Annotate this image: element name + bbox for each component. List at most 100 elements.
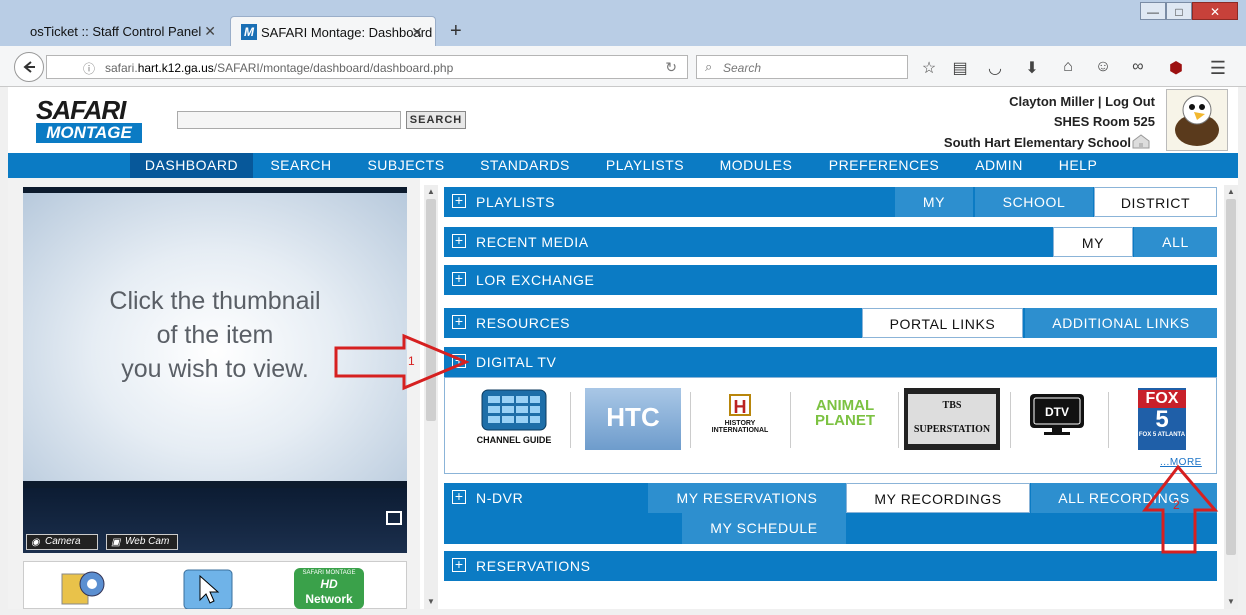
chat-icon[interactable]: ☺	[1094, 58, 1112, 76]
dtv-icon[interactable]: DTV	[1028, 388, 1086, 450]
pocket-icon[interactable]: ◡	[986, 58, 1004, 78]
url-domain: hart.k12.ga.us	[137, 61, 214, 75]
nav-preferences[interactable]: PREFERENCES	[818, 153, 950, 178]
site-search-input[interactable]	[177, 111, 401, 129]
back-button[interactable]	[14, 52, 44, 82]
safari-montage-logo[interactable]: SAFARI MONTAGE	[28, 95, 146, 147]
history-logo[interactable]: H HISTORY INTERNATIONAL	[702, 388, 778, 450]
channel-divider	[1108, 392, 1109, 448]
left-scrollbar[interactable]: ▲ ▼	[424, 185, 438, 609]
fox5-number: 5	[1155, 406, 1169, 433]
scroll-up-icon[interactable]: ▲	[1227, 187, 1235, 196]
browser-search-input[interactable]: ⌕ Search	[696, 55, 908, 79]
expand-icon[interactable]: +	[452, 314, 466, 329]
new-tab-button[interactable]: +	[450, 20, 462, 43]
playlists-panel: + PLAYLISTS MY SCHOOL DISTRICT	[444, 187, 1217, 217]
expand-icon[interactable]: +	[452, 557, 466, 572]
tab-additional-links[interactable]: ADDITIONAL LINKS	[1025, 308, 1217, 338]
home-icon[interactable]: ⌂	[1059, 58, 1077, 76]
panel-title[interactable]: RESERVATIONS	[476, 558, 591, 574]
tab-playlists-school[interactable]: SCHOOL	[975, 187, 1093, 217]
site-search-button[interactable]: SEARCH	[406, 111, 466, 129]
nav-dashboard[interactable]: DASHBOARD	[130, 153, 253, 178]
hd-network-logo[interactable]: SAFARI MONTAGE HD Network	[294, 568, 364, 609]
expand-icon[interactable]: +	[452, 233, 466, 248]
tab-osticket[interactable]: osTicket :: Staff Control Panel ✕	[8, 16, 228, 46]
panel-title[interactable]: PLAYLISTS	[476, 194, 555, 210]
tab-playlists-my[interactable]: MY	[895, 187, 973, 217]
close-window-button[interactable]: ✕	[1192, 2, 1238, 20]
panel-title[interactable]: RECENT MEDIA	[476, 234, 589, 250]
reading-list-icon[interactable]: ▤	[951, 58, 969, 78]
nav-admin[interactable]: ADMIN	[962, 153, 1036, 178]
expand-icon[interactable]: +	[452, 193, 466, 208]
annotation-arrow-2	[1142, 464, 1219, 554]
school-building-icon	[1132, 133, 1150, 149]
tab-title: osTicket :: Staff Control Panel	[30, 24, 202, 39]
panel-title[interactable]: DIGITAL TV	[476, 354, 556, 370]
tab-my-recordings[interactable]: MY RECORDINGS	[846, 483, 1030, 513]
scroll-thumb[interactable]	[1226, 199, 1236, 555]
animal-planet-logo[interactable]: ANIMAL PLANET	[806, 388, 884, 450]
tab-playlists-district[interactable]: DISTRICT	[1094, 187, 1217, 217]
hd-network-hd: HD	[320, 577, 338, 591]
maximize-button[interactable]: □	[1166, 2, 1192, 20]
reload-icon[interactable]: ↻	[665, 59, 677, 76]
tbs-logo-text: TBS SUPERSTATION	[908, 394, 996, 444]
tab-portal-links[interactable]: PORTAL LINKS	[862, 308, 1023, 338]
resources-panel: + RESOURCES PORTAL LINKS ADDITIONAL LINK…	[444, 308, 1217, 338]
close-tab-icon[interactable]: ✕	[204, 23, 216, 40]
channel-guide-label: CHANNEL GUIDE	[476, 435, 552, 445]
url-bar[interactable]: ⓘ safari.hart.k12.ga.us/SAFARI/montage/d…	[46, 55, 688, 79]
scroll-up-icon[interactable]: ▲	[427, 187, 435, 196]
tbs-logo[interactable]: TBS SUPERSTATION	[904, 388, 1000, 450]
channel-divider	[1010, 392, 1011, 448]
mask-icon[interactable]: ∞	[1129, 58, 1147, 76]
panel-title[interactable]: N-DVR	[476, 490, 523, 506]
bookmark-star-icon[interactable]: ☆	[920, 58, 938, 78]
tab-my-reservations[interactable]: MY RESERVATIONS	[648, 483, 846, 513]
nav-subjects[interactable]: SUBJECTS	[356, 153, 456, 178]
pointer-tool-icon[interactable]	[182, 568, 234, 610]
video-camera-tool-icon[interactable]	[58, 568, 110, 609]
menu-icon[interactable]: ☰	[1209, 58, 1227, 79]
tab-my-schedule[interactable]: MY SCHEDULE	[682, 513, 846, 544]
lor-exchange-panel: + LOR EXCHANGE	[444, 265, 1217, 295]
tab-recent-all[interactable]: ALL	[1134, 227, 1217, 257]
scroll-down-icon[interactable]: ▼	[1227, 597, 1235, 606]
user-logout-link[interactable]: Clayton Miller | Log Out	[1009, 94, 1155, 109]
ublock-icon[interactable]: ⬢	[1167, 58, 1185, 78]
url-path: /SAFARI/montage/dashboard/dashboard.php	[213, 61, 454, 75]
tab-recent-my[interactable]: MY	[1053, 227, 1133, 257]
minimize-button[interactable]: —	[1140, 2, 1166, 20]
camera-tab[interactable]: ◉ Camera	[26, 534, 98, 550]
nav-standards[interactable]: STANDARDS	[470, 153, 580, 178]
nav-search[interactable]: SEARCH	[260, 153, 342, 178]
download-icon[interactable]: ⬇	[1023, 58, 1041, 78]
nav-playlists[interactable]: PLAYLISTS	[594, 153, 696, 178]
history-h-icon: H	[729, 394, 751, 417]
channel-guide-icon[interactable]: CHANNEL GUIDE	[472, 388, 556, 450]
panel-title[interactable]: RESOURCES	[476, 315, 570, 331]
camera-icon: ◉	[31, 537, 40, 548]
nav-help[interactable]: HELP	[1048, 153, 1108, 178]
search-placeholder: Search	[723, 61, 762, 75]
close-tab-icon[interactable]: ✕	[411, 24, 423, 41]
fullscreen-icon[interactable]	[386, 511, 402, 525]
htc-logo[interactable]: HTC	[585, 388, 681, 450]
panel-title[interactable]: LOR EXCHANGE	[476, 272, 594, 288]
expand-icon[interactable]: +	[452, 271, 466, 286]
webcam-tab[interactable]: ▣ Web Cam	[106, 534, 178, 550]
site-info-icon[interactable]: ⓘ	[83, 60, 95, 77]
webcam-icon: ▣	[111, 537, 121, 548]
htc-logo-text: HTC	[606, 402, 660, 432]
annotation-number-2: 2	[1173, 498, 1180, 512]
eagle-mascot-icon	[1166, 89, 1228, 151]
fox5-logo[interactable]: FOX FOX 5 ATLANTA 5	[1138, 388, 1186, 450]
tab-safari-dashboard[interactable]: M SAFARI Montage: Dashboard ✕	[230, 16, 436, 46]
digital-tv-panel: + DIGITAL TV	[444, 347, 1217, 377]
expand-icon[interactable]: +	[452, 489, 466, 504]
right-scrollbar[interactable]: ▲ ▼	[1224, 185, 1238, 609]
nav-modules[interactable]: MODULES	[710, 153, 802, 178]
scroll-down-icon[interactable]: ▼	[427, 597, 435, 606]
